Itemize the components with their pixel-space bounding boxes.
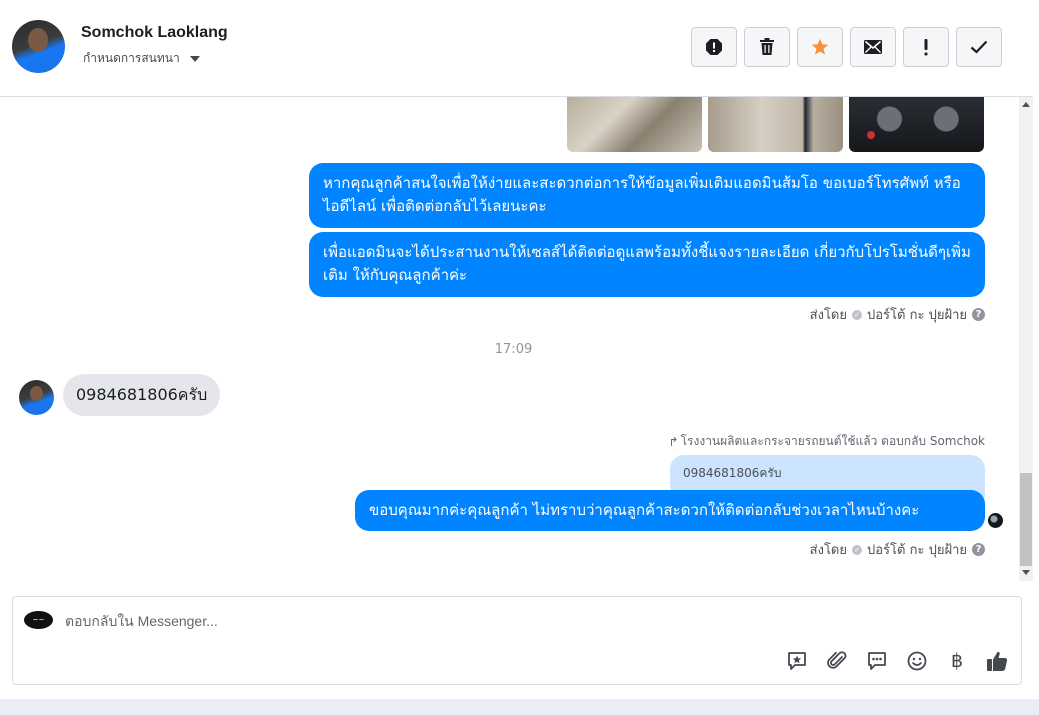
emoji-button[interactable] xyxy=(905,649,929,673)
mark-done-button[interactable] xyxy=(956,27,1002,67)
composer-tools: ฿ xyxy=(785,649,1009,673)
spam-button[interactable] xyxy=(691,27,737,67)
caret-down-icon xyxy=(189,55,200,62)
conversation-header: Somchok Laoklang กำหนดการสนทนา xyxy=(0,0,1033,97)
message-timestamp: 17:09 xyxy=(494,342,533,357)
quick-reply-button[interactable] xyxy=(865,649,889,673)
exclamation-icon xyxy=(924,39,928,56)
sent-check-icon: ✓ xyxy=(852,544,862,555)
outgoing-message[interactable]: หากคุณลูกค้าสนใจเพื่อให้ง่ายและสะดวกต่อก… xyxy=(309,163,985,228)
seen-indicator-avatar xyxy=(988,513,1003,528)
envelope-icon xyxy=(864,40,882,54)
help-icon[interactable]: ? xyxy=(972,543,985,556)
saved-replies-icon xyxy=(788,652,806,670)
reply-message[interactable]: ขอบคุณมากค่ะคุณลูกค้า ไม่ทราบว่าคุณลูกค้… xyxy=(355,490,985,531)
like-button[interactable] xyxy=(985,649,1009,673)
contact-name[interactable]: Somchok Laoklang xyxy=(81,24,228,42)
car-dashboard-photo[interactable] xyxy=(849,97,984,152)
footer-bar xyxy=(0,699,1039,715)
mark-unread-button[interactable] xyxy=(850,27,896,67)
sent-by-label: ส่งโดย xyxy=(809,308,847,323)
payment-button[interactable]: ฿ xyxy=(945,649,969,673)
contact-avatar[interactable] xyxy=(12,20,65,73)
scrollbar-thumb[interactable] xyxy=(1020,473,1032,566)
messenger-conversation-page: Somchok Laoklang กำหนดการสนทนา หากคุณลูก… xyxy=(0,0,1039,715)
checkmark-icon xyxy=(970,40,988,54)
scroll-up-arrow-icon[interactable] xyxy=(1022,102,1030,107)
baht-icon: ฿ xyxy=(950,650,964,672)
star-button[interactable] xyxy=(797,27,843,67)
reply-arrow-icon: ↱ xyxy=(668,434,679,449)
assign-conversation-dropdown[interactable]: กำหนดการสนทนา xyxy=(83,49,200,68)
attachment-icon xyxy=(827,651,847,669)
alert-octagon-icon xyxy=(706,39,722,55)
saved-replies-button[interactable] xyxy=(785,649,809,673)
delete-button[interactable] xyxy=(744,27,790,67)
reply-note: ↱ โรงงานผลิตและกระจายรถยนต์ใช้แล้ว ตอบกล… xyxy=(669,432,985,451)
page-logo-avatar: ~~ xyxy=(24,611,53,629)
thumbs-up-icon xyxy=(987,651,1008,671)
trash-icon xyxy=(760,38,774,55)
assign-label: กำหนดการสนทนา xyxy=(83,51,180,65)
sent-by-info: ส่งโดย ✓ ปอร์โต้ กะ ปุยฝ้าย ? xyxy=(810,304,985,325)
outgoing-message[interactable]: เพื่อแอดมินจะได้ประสานงานให้เซลส์ได้ติดต… xyxy=(309,232,985,297)
message-composer: ~~ ตอบกลับใน Messenger... ฿ xyxy=(12,596,1022,685)
sent-by-info: ส่งโดย ✓ ปอร์โต้ กะ ปุยฝ้าย ? xyxy=(810,539,985,560)
sender-name[interactable]: ปอร์โต้ กะ ปุยฝ้าย xyxy=(867,539,967,560)
sent-by-label: ส่งโดย xyxy=(809,543,847,558)
car-interior-photo[interactable] xyxy=(567,97,702,152)
car-seat-photo[interactable] xyxy=(708,97,843,152)
sender-avatar[interactable] xyxy=(19,380,54,415)
incoming-message[interactable]: 0984681806ครับ xyxy=(63,374,221,416)
sent-check-icon: ✓ xyxy=(852,309,862,320)
header-edge xyxy=(1033,0,1039,97)
flag-button[interactable] xyxy=(903,27,949,67)
header-actions xyxy=(691,27,1002,67)
reply-note-text: โรงงานผลิตและกระจายรถยนต์ใช้แล้ว ตอบกลับ… xyxy=(680,434,985,448)
attach-button[interactable] xyxy=(825,649,849,673)
sender-name[interactable]: ปอร์โต้ กะ ปุยฝ้าย xyxy=(867,304,967,325)
chat-bubble-icon xyxy=(868,652,886,670)
reply-input[interactable] xyxy=(65,609,765,633)
help-icon[interactable]: ? xyxy=(972,308,985,321)
star-icon xyxy=(811,38,829,55)
emoji-icon xyxy=(907,651,927,671)
scroll-down-arrow-icon[interactable] xyxy=(1022,570,1030,575)
